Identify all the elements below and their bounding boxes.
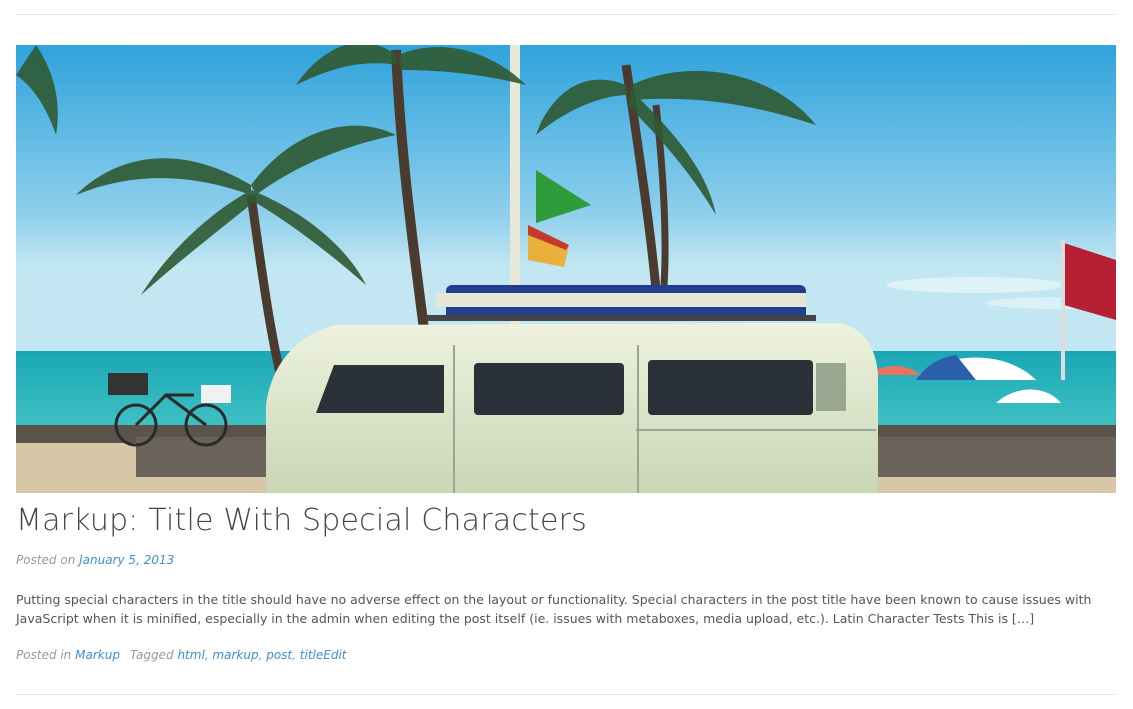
posted-on-label: Posted on [16, 553, 76, 567]
tag-link-title[interactable]: title [300, 648, 323, 662]
post-excerpt: Putting special characters in the title … [16, 592, 1092, 626]
featured-image-link[interactable] [16, 45, 1116, 493]
tag-link-html[interactable]: html [177, 648, 204, 662]
category-link[interactable]: Markup [75, 648, 120, 662]
featured-image [16, 45, 1116, 493]
tag-link-markup[interactable]: markup [212, 648, 258, 662]
tag-link-post[interactable]: post [266, 648, 292, 662]
post-title[interactable]: Markup: Title With Special Characters [16, 503, 587, 538]
bottom-divider [16, 694, 1116, 695]
post-footer-meta: Posted in Markup Tagged html, markup, pos… [16, 648, 347, 662]
top-divider [16, 14, 1116, 15]
edit-link[interactable]: Edit [323, 648, 346, 662]
post-date-link[interactable]: January 5, 2013 [79, 553, 174, 567]
tag-separator: , [292, 648, 300, 662]
posted-in-label: Posted in [16, 648, 72, 662]
post-meta: Posted on January 5, 2013 [16, 553, 174, 567]
tagged-label: Tagged [129, 648, 174, 662]
